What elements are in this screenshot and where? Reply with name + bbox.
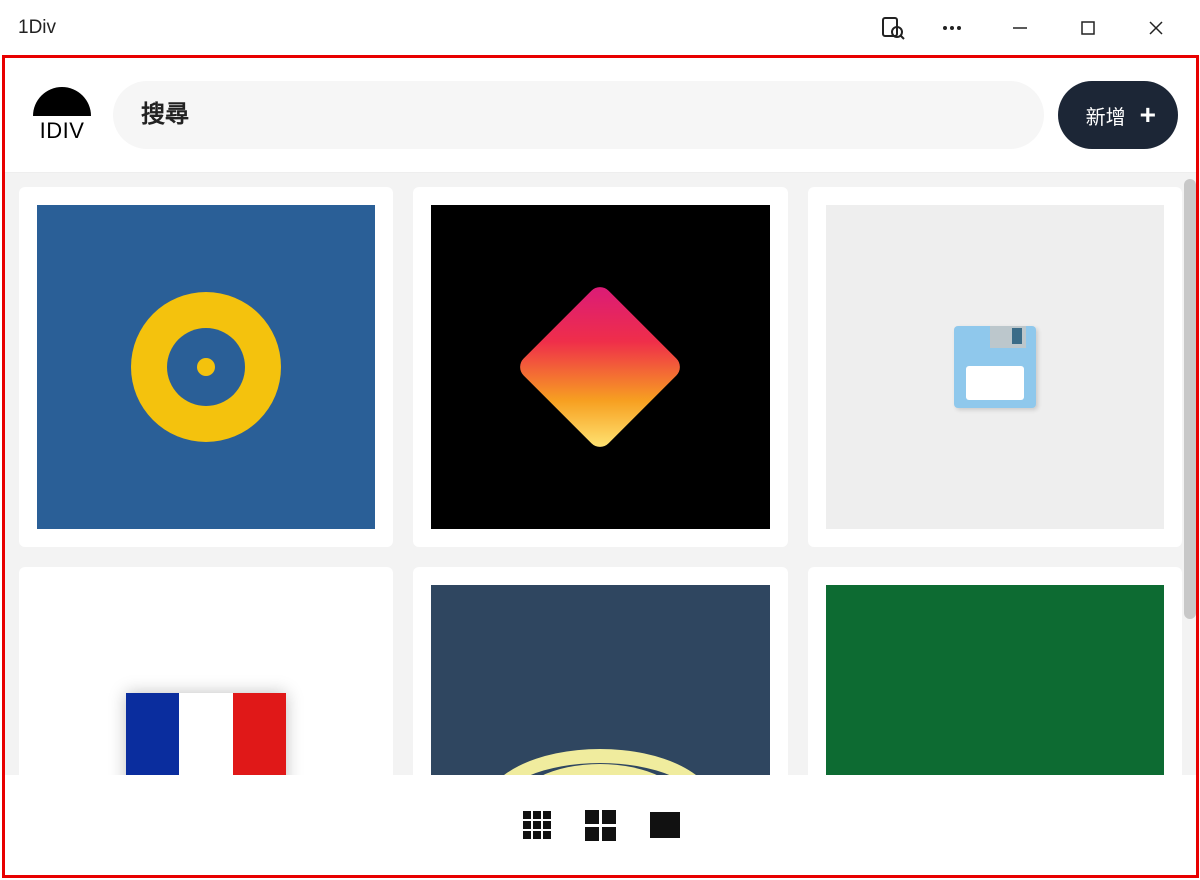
search-input[interactable]	[141, 101, 1016, 129]
add-button-label: 新增	[1086, 101, 1126, 130]
maximize-button[interactable]	[1054, 0, 1122, 55]
add-button[interactable]: 新增 +	[1058, 81, 1178, 149]
gallery-card[interactable]	[19, 187, 393, 547]
app-logo: IDIV	[25, 87, 99, 144]
more-icon[interactable]	[918, 0, 986, 55]
plus-icon: +	[1140, 101, 1156, 129]
view-small-grid-button[interactable]	[517, 805, 557, 845]
search-page-icon[interactable]	[868, 0, 918, 55]
window-title: 1Div	[18, 17, 56, 39]
gradient-diamond-artwork	[431, 205, 769, 529]
logo-label: IDIV	[40, 118, 85, 144]
logo-dome-icon	[33, 87, 91, 116]
search-field-container[interactable]	[113, 81, 1044, 149]
view-mode-bar	[5, 775, 1196, 875]
minimize-button[interactable]	[986, 0, 1054, 55]
gallery-card[interactable]	[413, 187, 787, 547]
view-single-button[interactable]	[645, 805, 685, 845]
close-button[interactable]	[1122, 0, 1190, 55]
scrollbar-thumb[interactable]	[1184, 179, 1196, 619]
donut-artwork	[37, 205, 375, 529]
app-header: IDIV 新增 +	[5, 58, 1196, 173]
window-titlebar: 1Div	[0, 0, 1200, 55]
view-large-grid-button[interactable]	[581, 805, 621, 845]
gallery-card[interactable]	[808, 187, 1182, 547]
gallery-scroll-area	[5, 173, 1196, 875]
floppy-disk-artwork	[826, 205, 1164, 529]
